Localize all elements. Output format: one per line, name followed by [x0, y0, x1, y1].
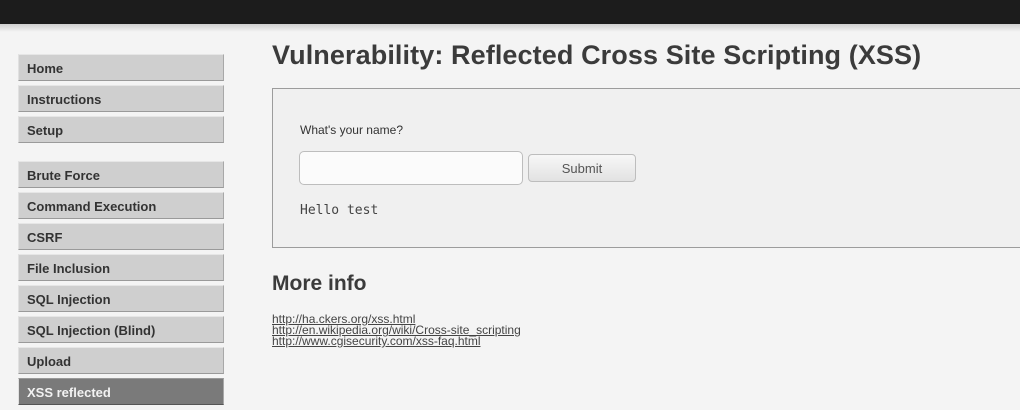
menu-item-setup[interactable]: Setup [18, 116, 224, 143]
menu-item-upload[interactable]: Upload [18, 347, 224, 374]
more-info-heading: More info [272, 272, 367, 295]
reflected-output: Hello test [300, 203, 379, 218]
menu-group-main: Home Instructions Setup [18, 54, 224, 143]
more-info-links: http://ha.ckers.org/xss.html http://en.w… [272, 313, 521, 347]
main-content: Vulnerability: Reflected Cross Site Scri… [272, 40, 1020, 347]
menu-item-sql-injection-blind[interactable]: SQL Injection (Blind) [18, 316, 224, 343]
submit-button[interactable]: Submit [528, 154, 636, 182]
name-prompt-label: What's your name? [300, 123, 404, 137]
vulnerable-form-box: What's your name? Submit Hello test [272, 88, 1020, 248]
menu-item-sql-injection[interactable]: SQL Injection [18, 285, 224, 312]
menu-item-command-execution[interactable]: Command Execution [18, 192, 224, 219]
name-input[interactable] [299, 151, 523, 185]
top-bar [0, 0, 1020, 24]
top-bar-shadow [0, 24, 1020, 32]
menu-item-brute-force[interactable]: Brute Force [18, 161, 224, 188]
menu-item-file-inclusion[interactable]: File Inclusion [18, 254, 224, 281]
menu-item-instructions[interactable]: Instructions [18, 85, 224, 112]
menu-item-csrf[interactable]: CSRF [18, 223, 224, 250]
link-cgisecurity-faq[interactable]: http://www.cgisecurity.com/xss-faq.html [272, 335, 521, 347]
menu-item-home[interactable]: Home [18, 54, 224, 81]
sidebar-menu: Home Instructions Setup Brute Force Comm… [18, 54, 224, 409]
menu-group-vulnerabilities: Brute Force Command Execution CSRF File … [18, 161, 224, 405]
menu-item-xss-reflected[interactable]: XSS reflected [18, 378, 224, 405]
page-title: Vulnerability: Reflected Cross Site Scri… [272, 40, 922, 70]
